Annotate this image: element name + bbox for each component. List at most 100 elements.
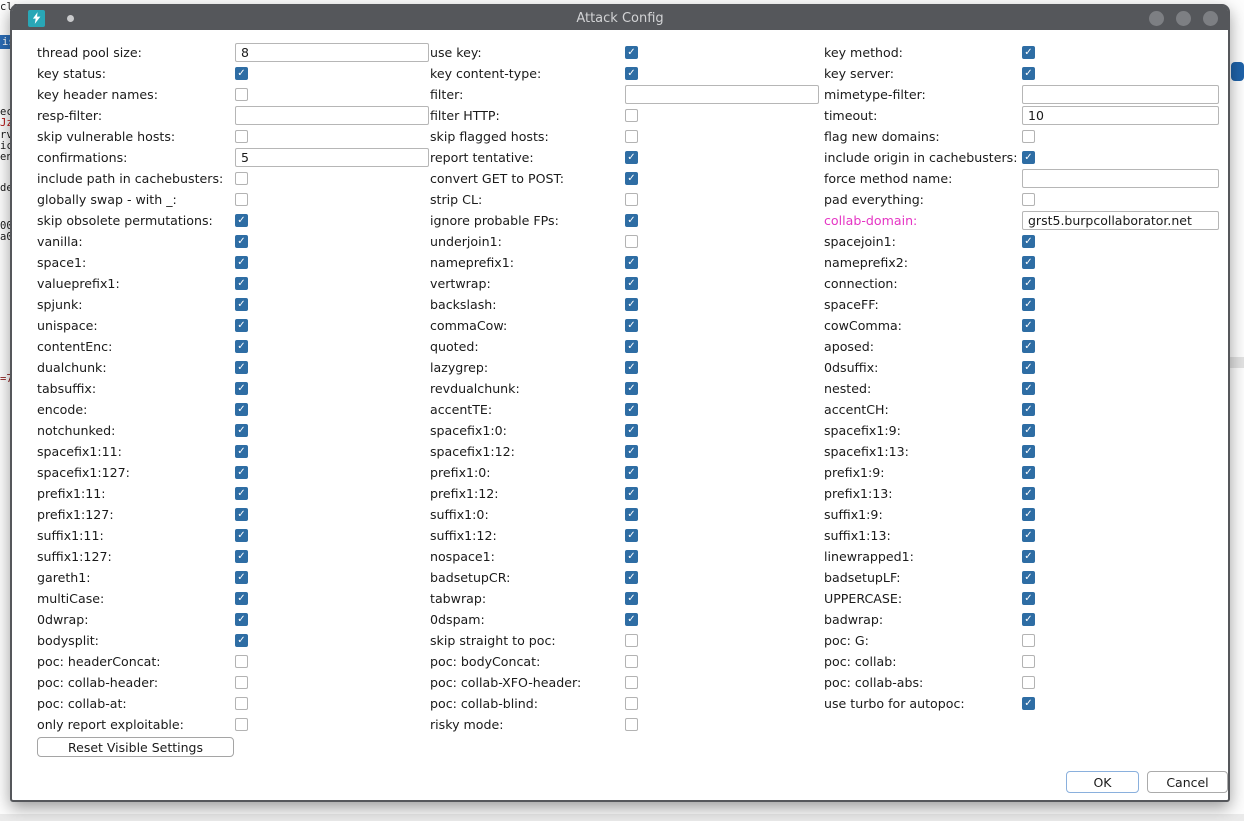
nospace1-checkbox[interactable]: ✓ (625, 550, 638, 563)
timeout-input[interactable] (1022, 106, 1219, 125)
quoted-checkbox[interactable]: ✓ (625, 340, 638, 353)
prefix1-12-checkbox[interactable]: ✓ (625, 487, 638, 500)
spacefix1-12-checkbox[interactable]: ✓ (625, 445, 638, 458)
connection-checkbox[interactable]: ✓ (1022, 277, 1035, 290)
space1-checkbox[interactable]: ✓ (235, 256, 248, 269)
cowcomma-checkbox[interactable]: ✓ (1022, 319, 1035, 332)
skip-obsolete-permutations-checkbox[interactable]: ✓ (235, 214, 248, 227)
dualchunk-checkbox[interactable]: ✓ (235, 361, 248, 374)
spjunk-checkbox[interactable]: ✓ (235, 298, 248, 311)
risky-mode-checkbox[interactable] (625, 718, 638, 731)
tabsuffix-checkbox[interactable]: ✓ (235, 382, 248, 395)
lazygrep-checkbox[interactable]: ✓ (625, 361, 638, 374)
nameprefix1-checkbox[interactable]: ✓ (625, 256, 638, 269)
strip-cl-checkbox[interactable] (625, 193, 638, 206)
dialog-titlebar[interactable]: Attack Config (12, 6, 1228, 30)
vertwrap-checkbox[interactable]: ✓ (625, 277, 638, 290)
spacefix1-13-checkbox[interactable]: ✓ (1022, 445, 1035, 458)
use-key-checkbox[interactable]: ✓ (625, 46, 638, 59)
prefix1-9-checkbox[interactable]: ✓ (1022, 466, 1035, 479)
contentenc-checkbox[interactable]: ✓ (235, 340, 248, 353)
thread-pool-size-input[interactable] (235, 43, 429, 62)
spacejoin1-checkbox[interactable]: ✓ (1022, 235, 1035, 248)
poc-collab-abs-checkbox[interactable] (1022, 676, 1035, 689)
poc-collab-at-checkbox[interactable] (235, 697, 248, 710)
tabwrap-checkbox[interactable]: ✓ (625, 592, 638, 605)
flag-new-domains-checkbox[interactable] (1022, 130, 1035, 143)
resp-filter-input[interactable] (235, 106, 429, 125)
use-turbo-for-autopoc-checkbox[interactable]: ✓ (1022, 697, 1035, 710)
prefix1-127-checkbox[interactable]: ✓ (235, 508, 248, 521)
close-button[interactable] (1203, 11, 1218, 26)
key-header-names-checkbox[interactable] (235, 88, 248, 101)
poc-headerconcat-checkbox[interactable] (235, 655, 248, 668)
aposed-checkbox[interactable]: ✓ (1022, 340, 1035, 353)
ok-button[interactable]: OK (1066, 771, 1139, 793)
accentte-checkbox[interactable]: ✓ (625, 403, 638, 416)
badsetuplf-checkbox[interactable]: ✓ (1022, 571, 1035, 584)
globally-swap-with-checkbox[interactable] (235, 193, 248, 206)
unispace-checkbox[interactable]: ✓ (235, 319, 248, 332)
maximize-button[interactable] (1176, 11, 1191, 26)
poc-collab-xfo-header-checkbox[interactable] (625, 676, 638, 689)
bodysplit-checkbox[interactable]: ✓ (235, 634, 248, 647)
valueprefix1-checkbox[interactable]: ✓ (235, 277, 248, 290)
suffix1-9-checkbox[interactable]: ✓ (1022, 508, 1035, 521)
skip-straight-to-poc-checkbox[interactable] (625, 634, 638, 647)
suffix1-0-checkbox[interactable]: ✓ (625, 508, 638, 521)
key-content-type-checkbox[interactable]: ✓ (625, 67, 638, 80)
minimize-button[interactable] (1149, 11, 1164, 26)
reset-visible-settings-button[interactable]: Reset Visible Settings (37, 737, 234, 757)
badwrap-checkbox[interactable]: ✓ (1022, 613, 1035, 626)
spaceff-checkbox[interactable]: ✓ (1022, 298, 1035, 311)
convert-get-to-post-checkbox[interactable]: ✓ (625, 172, 638, 185)
report-tentative-checkbox[interactable]: ✓ (625, 151, 638, 164)
ignore-probable-fps-checkbox[interactable]: ✓ (625, 214, 638, 227)
underjoin1-checkbox[interactable] (625, 235, 638, 248)
vanilla-checkbox[interactable]: ✓ (235, 235, 248, 248)
backslash-checkbox[interactable]: ✓ (625, 298, 638, 311)
filter-http-checkbox[interactable] (625, 109, 638, 122)
nested-checkbox[interactable]: ✓ (1022, 382, 1035, 395)
pad-everything-checkbox[interactable] (1022, 193, 1035, 206)
poc-bodyconcat-checkbox[interactable] (625, 655, 638, 668)
key-method-checkbox[interactable]: ✓ (1022, 46, 1035, 59)
include-path-in-cachebusters-checkbox[interactable] (235, 172, 248, 185)
spacefix1-127-checkbox[interactable]: ✓ (235, 466, 248, 479)
key-status-checkbox[interactable]: ✓ (235, 67, 248, 80)
badsetupcr-checkbox[interactable]: ✓ (625, 571, 638, 584)
suffix1-12-checkbox[interactable]: ✓ (625, 529, 638, 542)
spacefix1-11-checkbox[interactable]: ✓ (235, 445, 248, 458)
0dsuffix-checkbox[interactable]: ✓ (1022, 361, 1035, 374)
prefix1-0-checkbox[interactable]: ✓ (625, 466, 638, 479)
revdualchunk-checkbox[interactable]: ✓ (625, 382, 638, 395)
accentch-checkbox[interactable]: ✓ (1022, 403, 1035, 416)
only-report-exploitable-checkbox[interactable] (235, 718, 248, 731)
cancel-button[interactable]: Cancel (1147, 771, 1228, 793)
spacefix1-0-checkbox[interactable]: ✓ (625, 424, 638, 437)
encode-checkbox[interactable]: ✓ (235, 403, 248, 416)
mimetype-filter-input[interactable] (1022, 85, 1219, 104)
collab-domain-input[interactable] (1022, 211, 1219, 230)
0dwrap-checkbox[interactable]: ✓ (235, 613, 248, 626)
prefix1-11-checkbox[interactable]: ✓ (235, 487, 248, 500)
filter-input[interactable] (625, 85, 819, 104)
multicase-checkbox[interactable]: ✓ (235, 592, 248, 605)
notchunked-checkbox[interactable]: ✓ (235, 424, 248, 437)
suffix1-13-checkbox[interactable]: ✓ (1022, 529, 1035, 542)
skip-flagged-hosts-checkbox[interactable] (625, 130, 638, 143)
commacow-checkbox[interactable]: ✓ (625, 319, 638, 332)
gareth1-checkbox[interactable]: ✓ (235, 571, 248, 584)
poc-collab-blind-checkbox[interactable] (625, 697, 638, 710)
skip-vulnerable-hosts-checkbox[interactable] (235, 130, 248, 143)
linewrapped1-checkbox[interactable]: ✓ (1022, 550, 1035, 563)
force-method-name-input[interactable] (1022, 169, 1219, 188)
confirmations-input[interactable] (235, 148, 429, 167)
poc-collab-header-checkbox[interactable] (235, 676, 248, 689)
nameprefix2-checkbox[interactable]: ✓ (1022, 256, 1035, 269)
0dspam-checkbox[interactable]: ✓ (625, 613, 638, 626)
uppercase-checkbox[interactable]: ✓ (1022, 592, 1035, 605)
suffix1-11-checkbox[interactable]: ✓ (235, 529, 248, 542)
key-server-checkbox[interactable]: ✓ (1022, 67, 1035, 80)
suffix1-127-checkbox[interactable]: ✓ (235, 550, 248, 563)
